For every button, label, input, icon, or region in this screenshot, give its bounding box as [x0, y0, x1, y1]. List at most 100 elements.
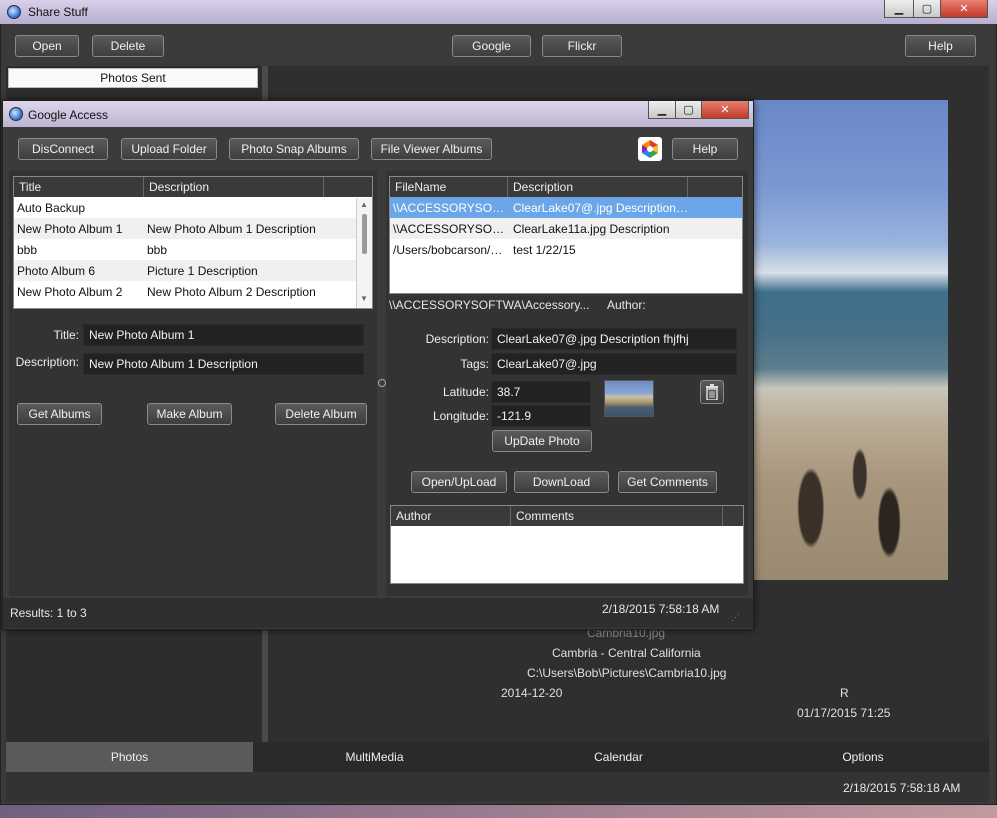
photo-thumbnail[interactable]	[604, 380, 654, 417]
trash-icon	[706, 384, 718, 400]
author-label: Author:	[607, 298, 646, 312]
upload-folder-button[interactable]: Upload Folder	[121, 138, 217, 160]
album-row[interactable]: Auto Backup	[14, 197, 372, 218]
file-name: \\ACCESSORYSOFT...	[393, 200, 510, 215]
resize-grip-icon[interactable]: ⋰	[731, 612, 740, 623]
dialog-minimize-button[interactable]: ▁	[648, 101, 676, 119]
disconnect-button[interactable]: DisConnect	[18, 138, 108, 160]
file-name: \\ACCESSORYSOFT...	[393, 221, 510, 236]
tab-multimedia[interactable]: MultiMedia	[253, 742, 496, 772]
dialog-close-button[interactable]: ✕	[701, 101, 749, 119]
scroll-down-icon[interactable]: ▼	[360, 294, 368, 303]
selected-file-path: \\ACCESSORYSOFTWA\Accessory...	[389, 298, 590, 312]
main-status-bar: 2/18/2015 7:58:18 AM	[6, 772, 989, 802]
get-comments-button[interactable]: Get Comments	[618, 471, 717, 493]
comments-table[interactable]: Author Comments	[390, 505, 744, 584]
album-title: bbb	[17, 242, 38, 257]
album-row[interactable]: bbb bbb	[14, 239, 372, 260]
album-row[interactable]: New Photo Album 1 New Photo Album 1 Desc…	[14, 218, 372, 239]
google-button[interactable]: Google	[452, 35, 531, 57]
latitude-field[interactable]: 38.7	[491, 381, 591, 403]
album-title: Auto Backup	[17, 200, 86, 215]
album-title-field[interactable]: New Photo Album 1	[83, 324, 364, 346]
album-row[interactable]: New Photo Album 2 New Photo Album 2 Desc…	[14, 281, 372, 302]
dialog-app-icon	[9, 107, 23, 121]
tab-photos[interactable]: Photos	[6, 742, 253, 772]
longitude-field[interactable]: -121.9	[491, 405, 591, 427]
tab-calendar[interactable]: Calendar	[496, 742, 741, 772]
photo-description: Cambria - Central California	[552, 646, 701, 660]
tags-label: Tags:	[460, 357, 489, 371]
dialog-titlebar[interactable]: Google Access ▁ ▢ ✕	[3, 101, 753, 127]
albums-scroll-thumb[interactable]	[362, 214, 367, 254]
albums-table[interactable]: Title Description Auto Backup New Photo …	[13, 176, 373, 309]
bottom-tab-bar: Photos MultiMedia Calendar Options	[6, 742, 989, 772]
tab-options[interactable]: Options	[741, 742, 985, 772]
photo-snap-albums-button[interactable]: Photo Snap Albums	[229, 138, 359, 160]
beach-photo	[752, 100, 948, 580]
file-description: ClearLake11a.jpg Description	[513, 221, 670, 236]
app-icon	[7, 5, 21, 19]
file-name: /Users/bobcarson/Pi...	[393, 242, 510, 257]
dialog-splitter-handle[interactable]	[378, 379, 386, 387]
album-title: Photo Album 6	[17, 263, 96, 278]
flickr-button[interactable]: Flickr	[542, 35, 622, 57]
main-window-title: Share Stuff	[28, 5, 88, 19]
files-col-filename[interactable]: FileName	[390, 177, 508, 197]
photo-date: 2014-12-20	[501, 686, 563, 700]
minimize-button[interactable]: ▁	[884, 0, 914, 18]
file-row[interactable]: \\ACCESSORYSOFT... ClearLake11a.jpg Desc…	[390, 218, 742, 239]
latitude-label: Latitude:	[442, 385, 489, 399]
longitude-label: Longitude:	[432, 409, 489, 423]
close-icon: ✕	[959, 2, 969, 15]
make-album-button[interactable]: Make Album	[147, 403, 232, 425]
photo-description-field[interactable]: ClearLake07@.jpg Description fhjfhj	[491, 328, 737, 350]
dialog-status-time: 2/18/2015 7:58:18 AM	[602, 602, 720, 616]
comments-col-author[interactable]: Author	[391, 506, 511, 526]
minimize-icon: ▁	[657, 103, 667, 116]
album-description: New Photo Album 1 Description	[147, 221, 316, 236]
maximize-icon: ▢	[921, 2, 933, 15]
maximize-icon: ▢	[683, 103, 694, 116]
file-row[interactable]: /Users/bobcarson/Pi... test 1/22/15	[390, 239, 742, 260]
close-icon: ✕	[720, 103, 730, 116]
dialog-status-bar: Results: 1 to 3 2/18/2015 7:58:18 AM ⋰	[3, 598, 753, 628]
albums-table-header: Title Description	[14, 177, 372, 197]
album-title: New Photo Album 1	[17, 221, 123, 236]
update-photo-button[interactable]: UpDate Photo	[492, 430, 592, 452]
dialog-help-button[interactable]: Help	[672, 138, 738, 160]
scroll-up-icon[interactable]: ▲	[360, 200, 368, 209]
comments-col-comments[interactable]: Comments	[511, 506, 723, 526]
picasa-logo-icon	[638, 137, 662, 161]
close-button[interactable]: ✕	[940, 0, 988, 18]
album-title: New Photo Album 2	[17, 284, 123, 299]
main-titlebar[interactable]: Share Stuff ▁ ▢ ✕	[0, 0, 997, 24]
results-count: Results: 1 to 3	[10, 606, 87, 620]
albums-col-description[interactable]: Description	[144, 177, 324, 197]
maximize-button[interactable]: ▢	[913, 0, 941, 18]
delete-album-button[interactable]: Delete Album	[275, 403, 367, 425]
album-row[interactable]: Photo Album 6 Picture 1 Description	[14, 260, 372, 281]
get-albums-button[interactable]: Get Albums	[17, 403, 102, 425]
files-col-description[interactable]: Description	[508, 177, 688, 197]
trash-button[interactable]	[700, 380, 724, 404]
file-description: test 1/22/15	[513, 242, 576, 257]
files-col-spare	[688, 177, 742, 197]
download-button[interactable]: DownLoad	[514, 471, 609, 493]
comments-table-header: Author Comments	[391, 506, 743, 526]
files-table[interactable]: FileName Description \\ACCESSORYSOFT... …	[389, 176, 743, 294]
minimize-icon: ▁	[894, 2, 904, 15]
delete-button[interactable]: Delete	[92, 35, 164, 57]
photos-sent-header: Photos Sent	[8, 68, 258, 88]
open-button[interactable]: Open	[15, 35, 79, 57]
file-row[interactable]: \\ACCESSORYSOFT... ClearLake07@.jpg Desc…	[390, 197, 742, 218]
albums-scrollbar[interactable]: ▲ ▼	[356, 198, 372, 308]
albums-col-title[interactable]: Title	[14, 177, 144, 197]
dialog-maximize-button[interactable]: ▢	[675, 101, 702, 119]
file-viewer-albums-button[interactable]: File Viewer Albums	[371, 138, 492, 160]
tags-field[interactable]: ClearLake07@.jpg	[491, 353, 737, 375]
open-upload-button[interactable]: Open/UpLoad	[411, 471, 507, 493]
comments-col-spare	[723, 506, 743, 526]
album-description-field[interactable]: New Photo Album 1 Description	[83, 353, 364, 375]
main-help-button[interactable]: Help	[905, 35, 976, 57]
